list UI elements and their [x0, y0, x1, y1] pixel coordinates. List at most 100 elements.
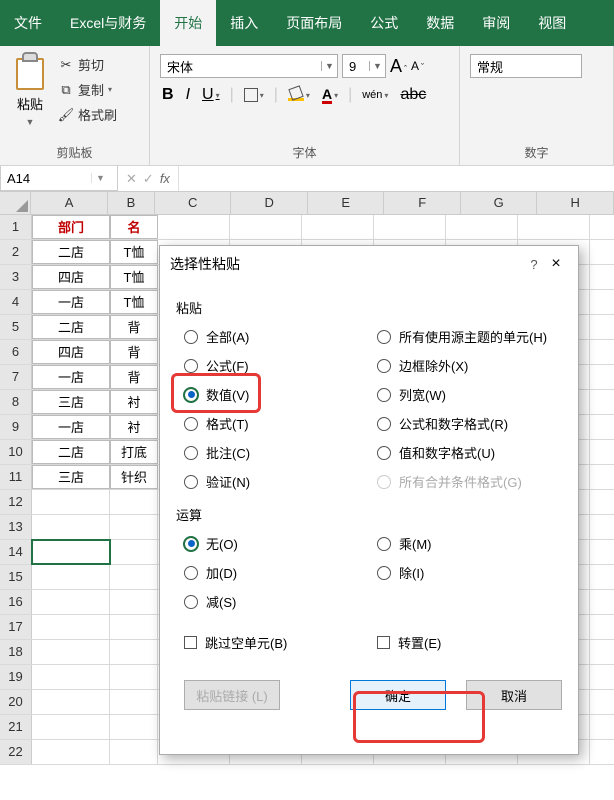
radio-option[interactable]: 所有使用源主题的单元(H) — [369, 327, 562, 346]
chevron-down-icon[interactable]: ▼ — [91, 173, 109, 183]
radio-option[interactable]: 加(D) — [176, 563, 369, 582]
row-header[interactable]: 3 — [0, 265, 32, 289]
tab-开始[interactable]: 开始 — [160, 0, 216, 46]
row-header[interactable]: 7 — [0, 365, 32, 389]
radio-option[interactable]: 列宽(W) — [369, 385, 562, 404]
radio-option[interactable]: 全部(A) — [176, 327, 369, 346]
column-header[interactable]: G — [461, 192, 538, 214]
cell[interactable]: 四店 — [32, 265, 110, 289]
name-box[interactable]: ▼ — [0, 166, 118, 191]
radio-option[interactable]: 除(I) — [369, 563, 562, 582]
cell[interactable] — [110, 565, 158, 589]
row-header[interactable]: 13 — [0, 515, 32, 539]
fx-icon[interactable]: fx — [160, 171, 170, 186]
radio-option[interactable]: 无(O) — [176, 534, 369, 553]
cancel-button[interactable]: 取消 — [466, 680, 562, 710]
formula-input[interactable] — [179, 166, 614, 191]
paste-link-button[interactable]: 粘贴链接 (L) — [184, 680, 280, 710]
row-header[interactable]: 14 — [0, 540, 32, 564]
copy-button[interactable]: ⧉复制▾ — [56, 79, 119, 100]
row-header[interactable]: 17 — [0, 615, 32, 639]
cell[interactable]: 衬 — [110, 390, 158, 414]
row-header[interactable]: 4 — [0, 290, 32, 314]
confirm-formula-icon[interactable]: ✓ — [143, 171, 154, 187]
cell[interactable]: 名 — [110, 215, 158, 239]
cell[interactable]: 背 — [110, 340, 158, 364]
select-all-corner[interactable] — [0, 192, 31, 214]
row-header[interactable]: 19 — [0, 665, 32, 689]
column-header[interactable]: D — [231, 192, 308, 214]
radio-option[interactable]: 公式(F) — [176, 356, 369, 375]
cell[interactable] — [230, 215, 302, 239]
cell[interactable] — [32, 615, 110, 639]
row-header[interactable]: 18 — [0, 640, 32, 664]
cell[interactable] — [110, 665, 158, 689]
cell[interactable]: 部门 — [32, 215, 110, 239]
font-size-input[interactable] — [343, 55, 369, 77]
row-header[interactable]: 1 — [0, 215, 32, 239]
tab-数据[interactable]: 数据 — [412, 0, 468, 46]
number-format-combo[interactable] — [470, 54, 582, 78]
cell[interactable] — [110, 715, 158, 739]
column-header[interactable]: E — [308, 192, 385, 214]
cell[interactable] — [110, 540, 158, 564]
cell[interactable]: 一店 — [32, 415, 110, 439]
cut-button[interactable]: ✂剪切 — [56, 54, 119, 75]
cell[interactable]: 背 — [110, 365, 158, 389]
format-painter-button[interactable]: 🖌格式刷 — [56, 104, 119, 125]
font-size-combo[interactable]: ▼ — [342, 54, 386, 78]
tab-视图[interactable]: 视图 — [524, 0, 580, 46]
tab-插入[interactable]: 插入 — [216, 0, 272, 46]
row-header[interactable]: 22 — [0, 740, 32, 764]
cell[interactable] — [110, 515, 158, 539]
cell[interactable] — [110, 490, 158, 514]
cell[interactable] — [446, 215, 518, 239]
cell[interactable]: 二店 — [32, 315, 110, 339]
radio-option[interactable]: 值和数字格式(U) — [369, 443, 562, 462]
cell[interactable]: T恤 — [110, 265, 158, 289]
row-header[interactable]: 15 — [0, 565, 32, 589]
transpose-checkbox[interactable]: 转置(E) — [369, 633, 562, 652]
radio-option[interactable]: 数值(V) — [176, 385, 369, 404]
cell[interactable] — [32, 715, 110, 739]
cell[interactable] — [110, 590, 158, 614]
radio-option[interactable]: 验证(N) — [176, 472, 369, 491]
radio-option[interactable]: 减(S) — [176, 592, 369, 611]
radio-option[interactable]: 边框除外(X) — [369, 356, 562, 375]
shrink-font-button[interactable]: Aˇ — [411, 59, 424, 73]
cell[interactable]: 三店 — [32, 390, 110, 414]
cell[interactable] — [32, 590, 110, 614]
row-header[interactable]: 6 — [0, 340, 32, 364]
row-header[interactable]: 5 — [0, 315, 32, 339]
cell[interactable] — [374, 215, 446, 239]
column-header[interactable]: F — [384, 192, 461, 214]
close-button[interactable]: × — [544, 255, 568, 273]
cell[interactable] — [32, 740, 110, 764]
cell[interactable] — [32, 665, 110, 689]
cell[interactable] — [32, 490, 110, 514]
fill-color-button[interactable]: ▾ — [286, 87, 312, 103]
cell[interactable]: T恤 — [110, 290, 158, 314]
column-header[interactable]: H — [537, 192, 614, 214]
tab-文件[interactable]: 文件 — [0, 0, 56, 46]
strikethrough-button[interactable]: abc — [398, 84, 428, 106]
radio-option[interactable]: 格式(T) — [176, 414, 369, 433]
cell[interactable] — [32, 565, 110, 589]
grow-font-button[interactable]: Aˆ — [390, 56, 407, 77]
italic-button[interactable]: I — [184, 84, 192, 106]
row-header[interactable]: 11 — [0, 465, 32, 489]
cell[interactable] — [110, 690, 158, 714]
cell[interactable] — [32, 540, 110, 564]
cell[interactable] — [32, 515, 110, 539]
row-header[interactable]: 21 — [0, 715, 32, 739]
cancel-formula-icon[interactable]: ✕ — [126, 171, 137, 187]
cell[interactable]: T恤 — [110, 240, 158, 264]
bold-button[interactable]: B — [160, 84, 176, 106]
row-header[interactable]: 12 — [0, 490, 32, 514]
border-button[interactable]: ▾ — [242, 86, 266, 104]
phonetic-button[interactable]: wén▾ — [360, 87, 390, 103]
cell[interactable]: 二店 — [32, 240, 110, 264]
name-box-input[interactable] — [1, 171, 91, 186]
row-header[interactable]: 9 — [0, 415, 32, 439]
tab-Excel与财务[interactable]: Excel与财务 — [56, 0, 160, 46]
